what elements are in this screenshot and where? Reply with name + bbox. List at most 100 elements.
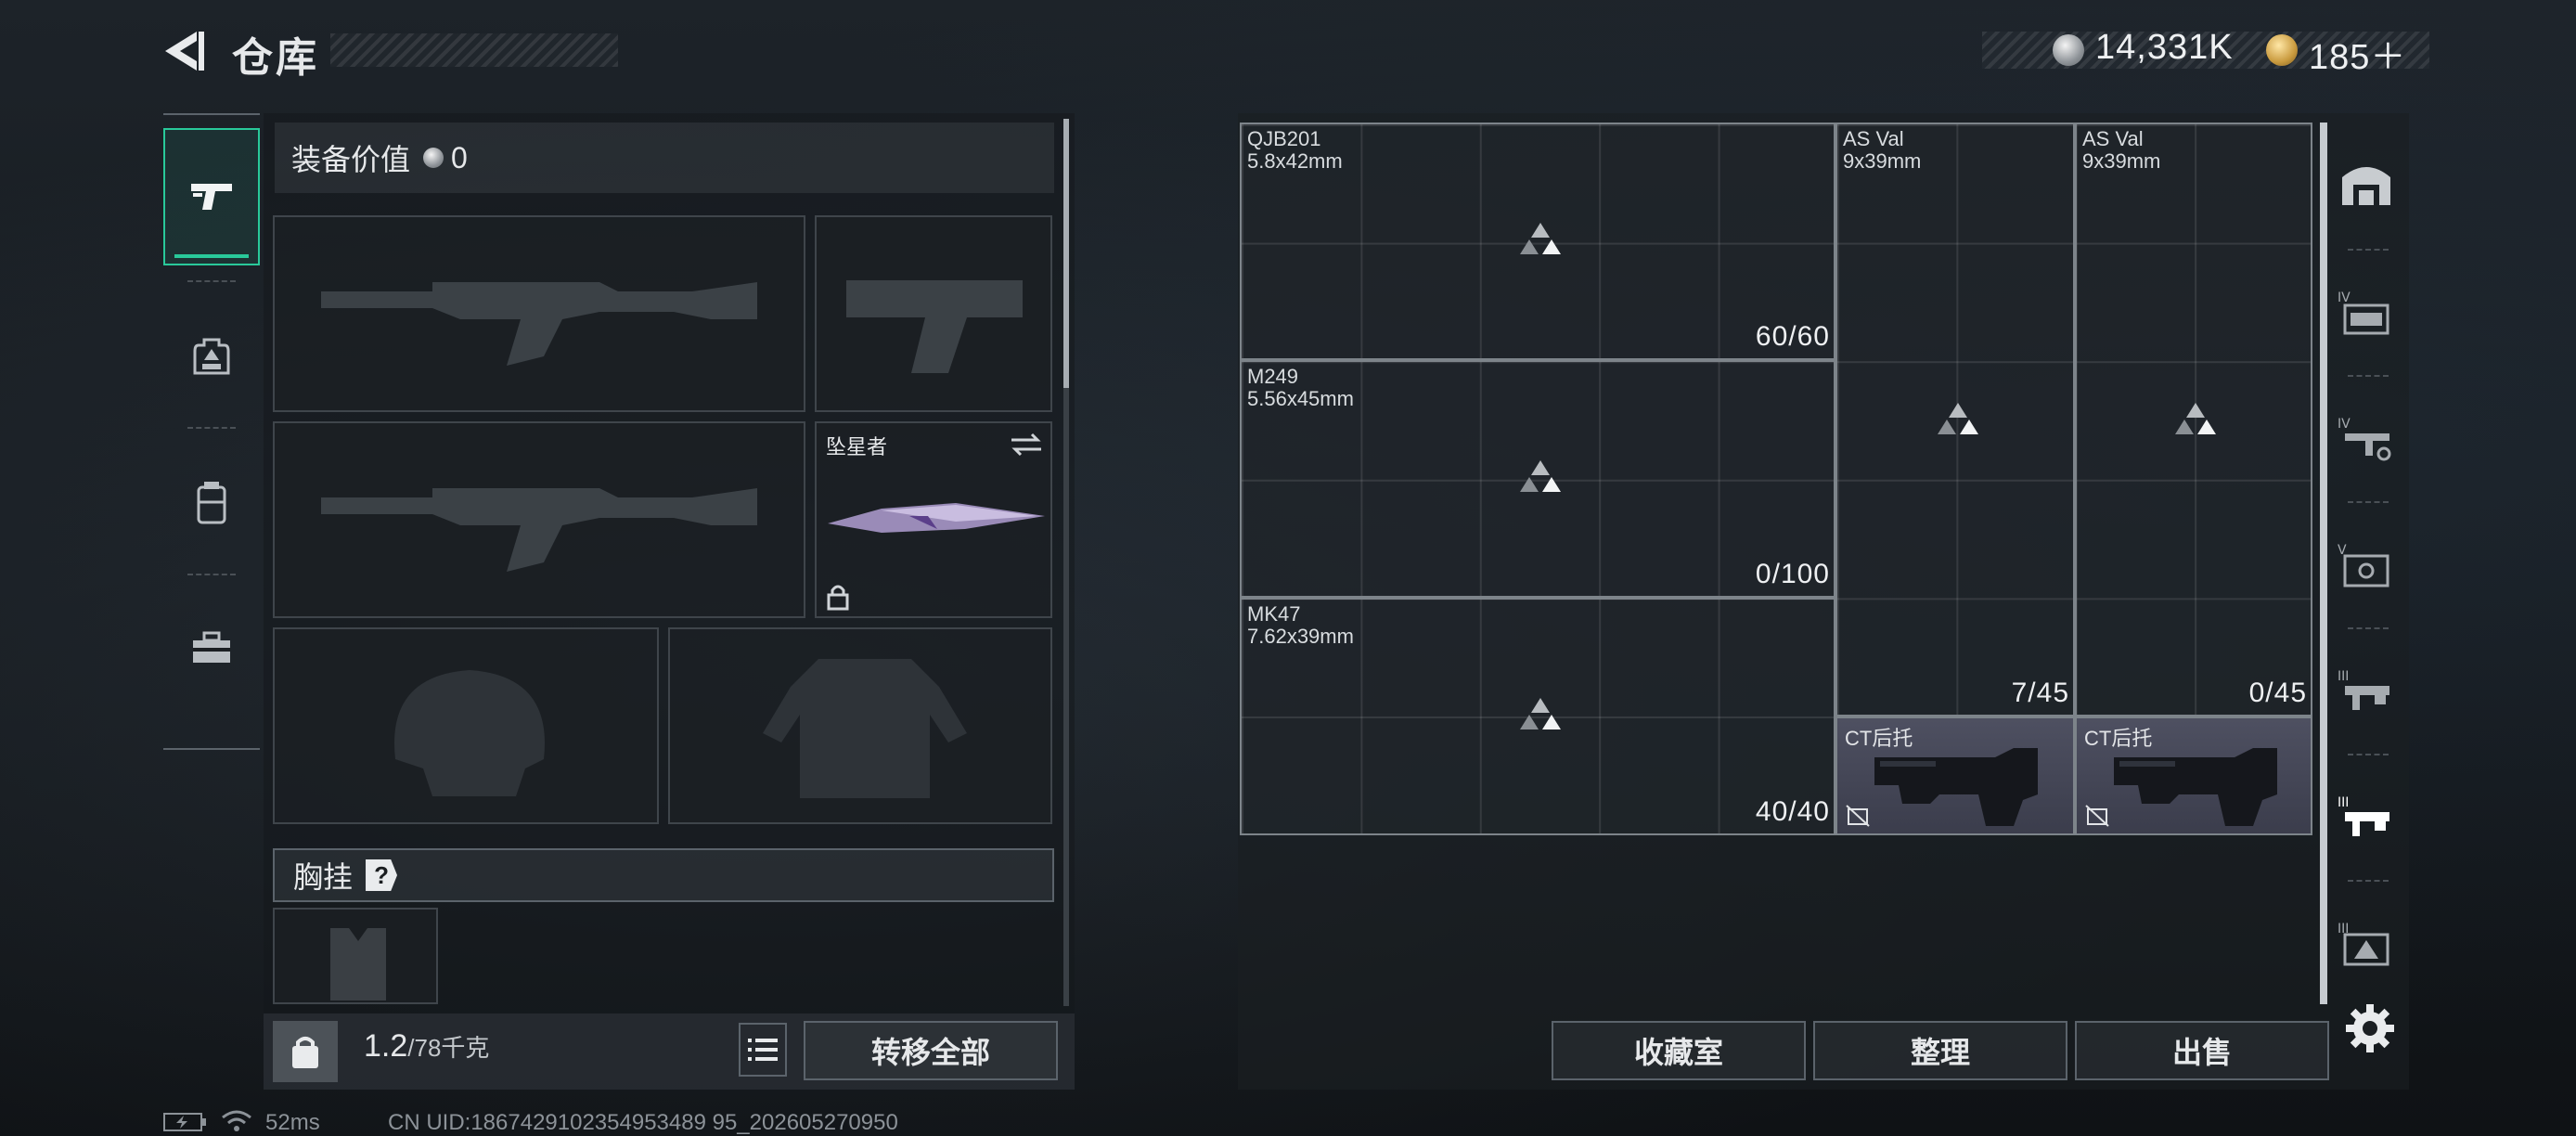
ping-readout: 52ms [265, 1110, 320, 1135]
ammo-icon [1520, 698, 1561, 729]
stock-icon [2114, 748, 2277, 826]
transfer-all-button[interactable]: 转移全部 [804, 1021, 1058, 1080]
rifle-silhouette-icon [321, 488, 757, 572]
wifi-icon [222, 1110, 251, 1131]
vest-icon [197, 482, 226, 524]
ammo-name: M249 5.56x45mm [1247, 365, 1354, 410]
ammo-cell[interactable]: AS Val 9x39mm 7/45 [1835, 123, 2075, 716]
tab-storage-v[interactable]: V [2324, 503, 2409, 626]
weight-value: 1.2 [364, 1028, 408, 1064]
no-trade-icon [2085, 805, 2109, 827]
storage-crate-icon: IV [2338, 290, 2389, 335]
rig-silhouette-icon [330, 928, 386, 1000]
melee-slot[interactable]: 坠星者 [815, 421, 1052, 618]
sell-button[interactable]: 出售 [2075, 1021, 2329, 1080]
weight-lock-button[interactable] [273, 1021, 338, 1082]
silver-balance: 14,331K [2095, 28, 2234, 67]
melee-name: 坠星者 [826, 435, 888, 458]
page-title: 仓库 [232, 35, 319, 81]
gold-coin-icon [2266, 34, 2298, 66]
tab-warehouse-all[interactable] [2324, 121, 2409, 243]
primary-weapon-slot-1[interactable] [273, 215, 805, 412]
equipment-value-label: 装备价值 [291, 143, 411, 176]
storage-gun-icon: III [2338, 795, 2389, 836]
storage-rifle-icon: IV [2338, 417, 2391, 461]
gold-balance[interactable]: 185＋ [2309, 28, 2406, 79]
tab-storage-iii-1[interactable]: III [2324, 629, 2409, 752]
sort-button[interactable]: 整理 [1813, 1021, 2067, 1080]
toolbox-icon [193, 631, 230, 663]
ammo-name: QJB201 5.8x42mm [1247, 127, 1343, 173]
ammo-name: MK47 7.62x39mm [1247, 602, 1354, 648]
pistol-silhouette-icon [846, 280, 1023, 373]
ammo-cell[interactable]: AS Val 9x39mm 0/45 [2075, 123, 2312, 716]
warehouse-icon [2342, 167, 2390, 205]
ammo-icon [2175, 403, 2216, 434]
tab-rig[interactable] [163, 434, 260, 572]
armor-slot[interactable] [668, 627, 1052, 824]
equipment-value: 0 [451, 140, 468, 174]
weight-readout: 1.2/78千克 [364, 1028, 489, 1065]
tab-weapons[interactable] [163, 128, 260, 265]
list-icon [748, 1039, 778, 1061]
settings-gear-icon[interactable] [2342, 1000, 2398, 1056]
no-trade-icon [1846, 805, 1870, 827]
weight-icon [292, 1037, 318, 1068]
storage-rack-icon: III [2338, 922, 2389, 966]
lock-icon [827, 585, 849, 611]
silver-coin-icon [2053, 34, 2084, 66]
svg-text:IV: IV [2338, 290, 2351, 305]
stock-item[interactable]: CT后托 [2075, 716, 2312, 835]
equipment-value-bar: 装备价值 0 [275, 123, 1054, 193]
back-arrow-icon[interactable] [158, 26, 208, 76]
ammo-count: 40/40 [1755, 796, 1830, 827]
stock-item[interactable]: CT后托 [1835, 716, 2075, 835]
tab-storage-iv-2[interactable]: IV [2324, 377, 2409, 499]
collection-room-button[interactable]: 收藏室 [1552, 1021, 1806, 1080]
backpack-icon [193, 338, 230, 375]
loadout-tabs [163, 113, 260, 750]
knife-icon [828, 503, 1045, 533]
ammo-cell[interactable]: M249 5.56x45mm 0/100 [1240, 360, 1835, 598]
silver-coin-icon [423, 148, 444, 168]
sidearm-slot[interactable] [815, 215, 1052, 412]
pistol-icon [191, 184, 232, 210]
armor-silhouette-icon [763, 659, 967, 798]
tab-storage-iii-2[interactable]: III [2324, 755, 2409, 878]
ammo-count: 60/60 [1755, 321, 1830, 352]
tab-case[interactable] [163, 579, 260, 716]
storage-gun-icon: III [2338, 669, 2389, 710]
ammo-count: 0/100 [1755, 559, 1830, 589]
battery-icon [163, 1113, 206, 1131]
uid-readout: CN UID:1867429102354953489 95_2026052709… [388, 1110, 898, 1135]
title-decoration [330, 33, 618, 67]
chest-rig-slot[interactable] [273, 908, 438, 1004]
stock-icon [1874, 748, 2038, 826]
help-icon[interactable]: ? [366, 859, 398, 891]
ammo-count: 0/45 [2248, 678, 2307, 708]
primary-weapon-slot-2[interactable] [273, 421, 805, 618]
tab-storage-iv-1[interactable]: IV [2324, 251, 2409, 373]
ammo-icon [1520, 223, 1561, 254]
chest-rig-label: 胸挂 [293, 860, 354, 894]
list-view-button[interactable] [739, 1023, 787, 1077]
helmet-slot[interactable] [273, 627, 659, 824]
chest-rig-header: 胸挂 ? [273, 848, 1054, 902]
ammo-cell[interactable]: MK47 7.62x39mm 40/40 [1240, 598, 1835, 835]
rifle-silhouette-icon [321, 282, 757, 366]
ammo-icon [1520, 460, 1561, 492]
svg-text:IV: IV [2338, 417, 2351, 432]
storage-safe-icon: V [2338, 543, 2389, 587]
tab-backpack[interactable] [163, 288, 260, 425]
svg-text:III: III [2338, 795, 2349, 810]
ammo-cell[interactable]: QJB201 5.8x42mm 60/60 [1240, 123, 1835, 360]
warehouse-tabs: IV IV V III III III [2324, 121, 2409, 993]
swap-icon[interactable] [1008, 431, 1045, 458]
helmet-silhouette-icon [394, 670, 545, 796]
loadout-scroll-thumb[interactable] [1063, 119, 1069, 388]
ammo-icon [1938, 403, 1978, 434]
ammo-name: AS Val 9x39mm [1843, 127, 1922, 173]
tab-storage-iii-3[interactable]: III [2324, 882, 2409, 1004]
svg-text:III: III [2338, 669, 2349, 684]
ammo-count: 7/45 [2011, 678, 2069, 708]
